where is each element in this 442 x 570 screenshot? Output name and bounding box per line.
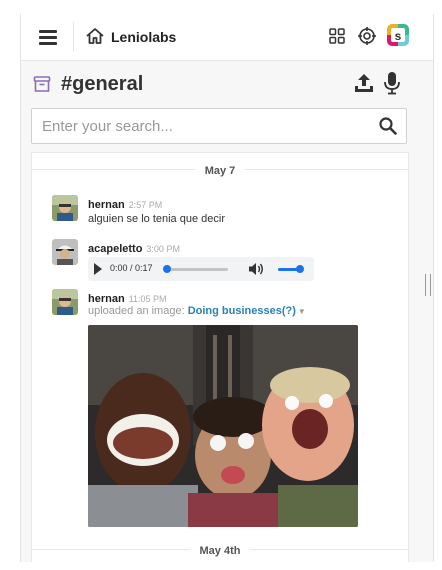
svg-text:s: s <box>395 29 402 43</box>
search-input[interactable] <box>40 109 374 143</box>
avatar[interactable] <box>52 289 78 315</box>
slack-app-icon[interactable]: s <box>387 24 409 46</box>
message-time: 11:05 PM <box>128 294 167 304</box>
audio-time: 0:00 / 0:17 <box>110 263 153 273</box>
message-time: 3:00 PM <box>146 244 180 254</box>
message-list[interactable]: May 7 hernan 2:57 PM alguien se lo tenia … <box>31 152 409 562</box>
day-label: May 4th <box>189 543 251 559</box>
avatar[interactable] <box>52 239 78 265</box>
uploaded-image[interactable] <box>88 325 358 527</box>
audio-progress-track[interactable] <box>166 268 228 271</box>
app-window: Leniolabs s #general Enter your search..… <box>20 14 434 562</box>
message-author[interactable]: acapeletto <box>88 243 142 255</box>
microphone-icon[interactable] <box>383 71 401 95</box>
file-link[interactable]: Doing businesses(?) <box>188 305 296 317</box>
channel-name: #general <box>61 73 144 95</box>
volume-slider-handle[interactable] <box>296 265 304 273</box>
avatar[interactable] <box>52 195 78 221</box>
message-author[interactable]: hernan <box>88 293 125 305</box>
grid-icon[interactable] <box>327 26 347 46</box>
divider <box>73 22 74 52</box>
search-box <box>31 108 407 144</box>
audio-player: 0:00 / 0:17 <box>88 257 314 281</box>
search-icon[interactable] <box>378 116 398 136</box>
upload-icon[interactable] <box>353 72 375 94</box>
archive-icon[interactable] <box>33 75 51 93</box>
play-icon[interactable] <box>94 263 102 275</box>
target-icon[interactable] <box>357 26 377 46</box>
day-label: May 7 <box>194 163 246 179</box>
audio-progress-handle[interactable] <box>163 265 171 273</box>
org-name[interactable]: Leniolabs <box>111 29 176 45</box>
volume-icon[interactable] <box>248 262 264 276</box>
upload-line: uploaded an image: Doing businesses(?) ▼ <box>88 305 306 317</box>
home-icon[interactable] <box>85 26 105 46</box>
message-time: 2:57 PM <box>128 200 163 210</box>
message-text: alguien se lo tenia que decir <box>88 213 225 225</box>
message-author[interactable]: hernan <box>88 199 125 211</box>
top-bar: Leniolabs s <box>21 14 433 61</box>
resize-handle[interactable] <box>425 274 431 296</box>
channel-header: #general <box>21 60 433 108</box>
upload-prefix: uploaded an image: <box>88 305 185 317</box>
hamburger-menu-icon[interactable] <box>39 30 57 45</box>
day-separator: May 7 <box>32 161 408 179</box>
caret-down-icon[interactable]: ▼ <box>298 307 306 316</box>
day-separator: May 4th <box>32 541 408 559</box>
